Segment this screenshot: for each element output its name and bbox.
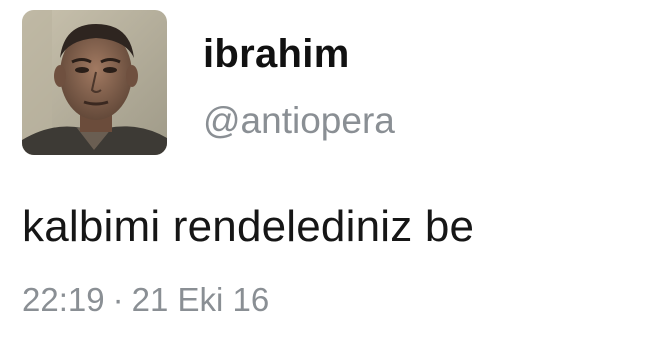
tweet-card: ibrahim @antiopera kalbimi rendelediniz … [0, 0, 669, 340]
avatar[interactable] [22, 10, 167, 155]
tweet-time: 22:19 [22, 281, 105, 318]
tweet-timestamp[interactable]: 22:19 · 21 Eki 16 [22, 283, 269, 316]
user-handle[interactable]: @antiopera [203, 102, 395, 139]
profile-photo-icon [22, 10, 167, 155]
tweet-text: kalbimi rendelediniz be [22, 202, 475, 251]
display-name[interactable]: ibrahim [203, 34, 350, 74]
tweet-date: 21 Eki 16 [131, 281, 270, 318]
timestamp-separator: · [112, 281, 124, 318]
